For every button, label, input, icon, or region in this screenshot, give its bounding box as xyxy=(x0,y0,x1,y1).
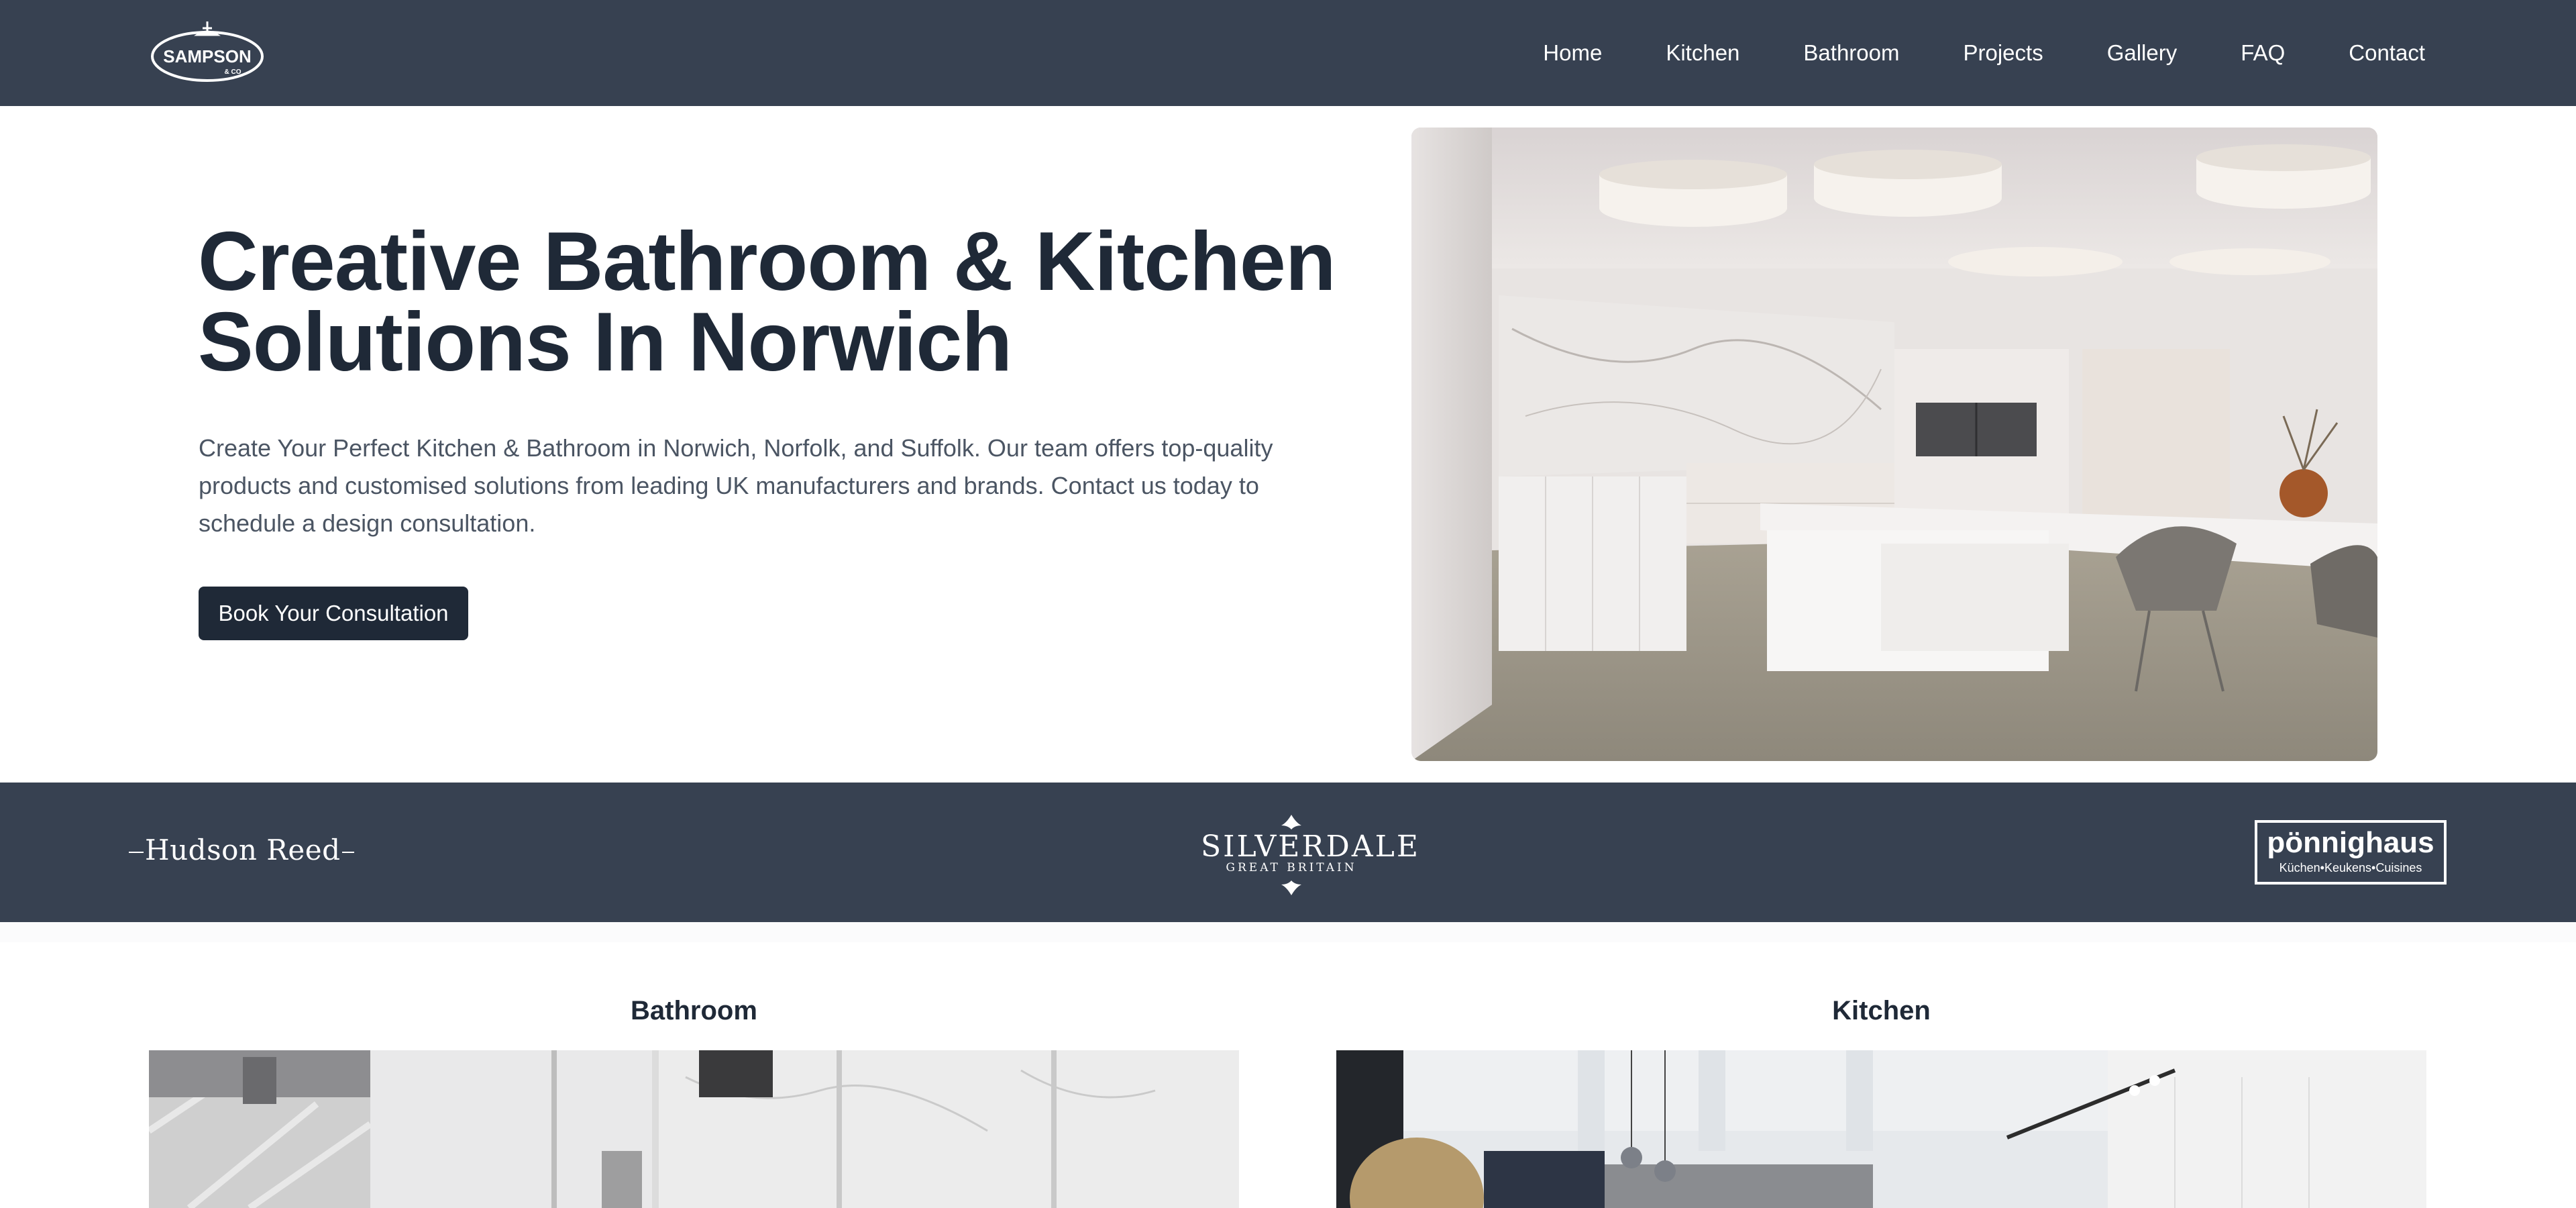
section-divider xyxy=(0,922,2576,942)
ponnighaus-subtext: Küchen•Keukens•Cuisines xyxy=(2279,861,2422,874)
hero-description-line-2: products and customised solutions from l… xyxy=(199,472,1259,499)
hudson-reed-rule-icon xyxy=(129,852,144,853)
hero-description-line-1: Create Your Perfect Kitchen & Bathroom i… xyxy=(199,434,1273,462)
nav-projects[interactable]: Projects xyxy=(1963,40,2043,66)
ponnighaus-wordmark: pönnighaus xyxy=(2267,826,2434,859)
hudson-reed-logo: Hudson Reed xyxy=(129,834,356,866)
silverdale-wordmark: SILVERDALE xyxy=(1201,829,1420,864)
fleur-bottom-icon xyxy=(1281,880,1301,895)
brand-partners-bar: Hudson Reed SILVERDALE GREAT BRITAIN pön… xyxy=(0,783,2576,922)
nav-faq[interactable]: FAQ xyxy=(2241,40,2285,66)
book-consultation-button[interactable]: Book Your Consultation xyxy=(199,587,468,640)
nav-bathroom[interactable]: Bathroom xyxy=(1803,40,1899,66)
nav-kitchen[interactable]: Kitchen xyxy=(1666,40,1739,66)
nav-home[interactable]: Home xyxy=(1543,40,1602,66)
silverdale-logo: SILVERDALE GREAT BRITAIN xyxy=(1201,813,1420,897)
hero-title: Creative Bathroom & Kitchen Solutions In… xyxy=(198,215,1338,389)
hero-description: Create Your Perfect Kitchen & Bathroom i… xyxy=(199,430,1326,542)
hudson-reed-wordmark: Hudson Reed xyxy=(145,834,341,866)
kitchen-image[interactable] xyxy=(1336,1050,2426,1208)
kitchen-heading: Kitchen xyxy=(1832,996,1931,1025)
logo-wordmark: SAMPSON xyxy=(163,46,251,66)
main-nav: Home Kitchen Bathroom Projects Gallery F… xyxy=(1543,0,2425,106)
logo-subtext: & CO xyxy=(225,68,241,76)
ponnighaus-logo: pönnighaus Küchen•Keukens•Cuisines xyxy=(2255,820,2447,885)
hero-title-line-1: Creative Bathroom & Kitchen xyxy=(198,215,1336,308)
nav-gallery[interactable]: Gallery xyxy=(2107,40,2178,66)
bathroom-image[interactable] xyxy=(149,1050,1239,1208)
nav-contact[interactable]: Contact xyxy=(2349,40,2425,66)
hero-description-line-3: schedule a design consultation. xyxy=(199,509,536,537)
sampson-logo[interactable]: SAMPSON & CO xyxy=(149,19,266,86)
site-header: SAMPSON & CO Home Kitchen Bathroom Proje… xyxy=(0,0,2576,106)
bathroom-heading: Bathroom xyxy=(631,996,757,1025)
fleur-top-icon xyxy=(1281,815,1301,829)
hero-kitchen-image xyxy=(1411,128,2377,761)
silverdale-subtext: GREAT BRITAIN xyxy=(1226,861,1357,874)
hero-title-line-2: Solutions In Norwich xyxy=(198,296,1012,389)
